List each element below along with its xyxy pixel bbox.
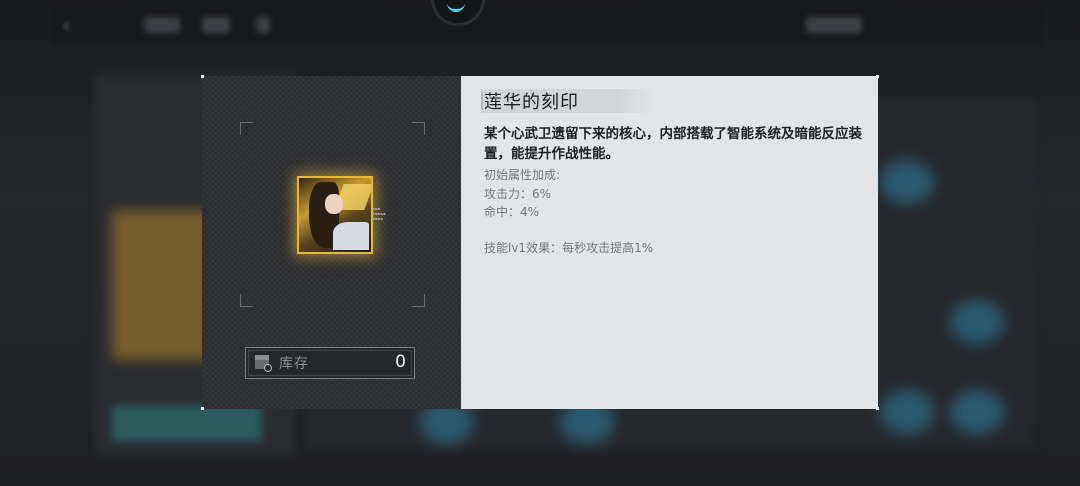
background-item-icon bbox=[880, 390, 934, 434]
stock-display: 库存 0 bbox=[245, 347, 415, 379]
corner-marker bbox=[876, 407, 879, 410]
background-item-icon bbox=[950, 300, 1004, 344]
frame-corner bbox=[240, 122, 253, 135]
item-portrait bbox=[297, 176, 373, 254]
corner-marker bbox=[876, 75, 879, 78]
item-info-panel: 莲华的刻印 某个心武卫遗留下来的核心，内部搭载了智能系统及暗能反应装置，能提升作… bbox=[461, 75, 879, 410]
stock-count: 0 bbox=[395, 352, 406, 372]
item-preview-panel: ▪▪▪ ▪▪▪▪▪ ▪▪▪▪ 库存 0 bbox=[201, 75, 461, 410]
attribute-attack: 攻击力：6% bbox=[484, 187, 552, 201]
background-currency bbox=[806, 17, 862, 33]
background-card bbox=[112, 210, 212, 360]
attribute-accuracy: 命中：4% bbox=[484, 205, 540, 219]
portrait-body bbox=[333, 222, 369, 250]
frame-corner bbox=[412, 122, 425, 135]
item-name: 莲华的刻印 bbox=[484, 92, 579, 113]
frame-corner bbox=[412, 294, 425, 307]
corner-marker bbox=[201, 75, 204, 78]
back-icon: ‹ bbox=[62, 14, 71, 39]
box-search-icon bbox=[253, 353, 273, 373]
background-tab bbox=[256, 17, 270, 33]
background-top-bar bbox=[52, 8, 1042, 44]
frame-corner bbox=[240, 294, 253, 307]
corner-marker bbox=[201, 407, 204, 410]
background-item-icon bbox=[880, 160, 934, 204]
skill-effect: 技能lv1效果：每秒攻击提高1% bbox=[484, 241, 654, 255]
background-item-icon bbox=[950, 390, 1004, 434]
portrait-decoration: ▪▪▪ ▪▪▪▪▪ ▪▪▪▪ bbox=[372, 206, 386, 221]
item-description: 某个心武卫遗留下来的核心，内部搭载了智能系统及暗能反应装置，能提升作战性能。 bbox=[484, 126, 862, 162]
attributes-header: 初始属性加成: bbox=[484, 168, 561, 182]
background-tab bbox=[202, 17, 230, 33]
item-detail-dialog[interactable]: ▪▪▪ ▪▪▪▪▪ ▪▪▪▪ 库存 0 莲华的刻印 某个心武卫遗留下来的核心，内部搭… bbox=[201, 75, 879, 410]
portrait-face bbox=[325, 194, 343, 214]
stock-label: 库存 bbox=[279, 356, 309, 372]
background-button bbox=[112, 405, 262, 441]
background-tab bbox=[144, 17, 180, 33]
